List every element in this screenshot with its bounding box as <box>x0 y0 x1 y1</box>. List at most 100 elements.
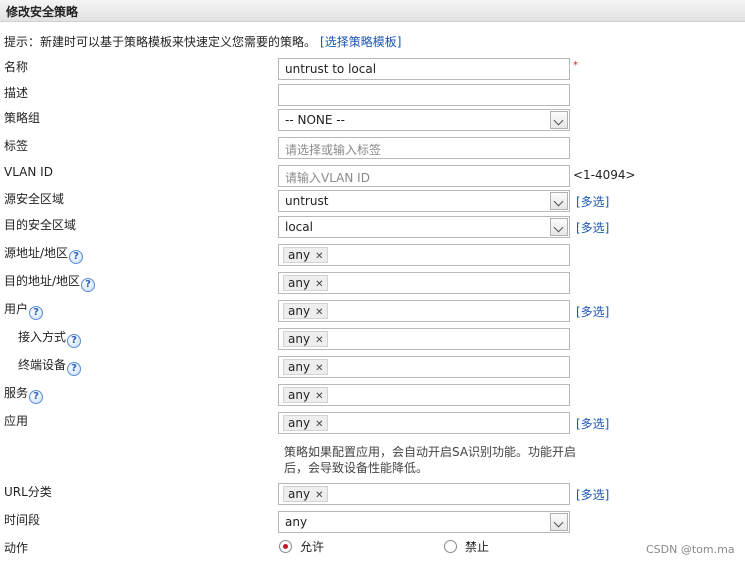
chevron-down-icon[interactable] <box>550 513 568 531</box>
access-input[interactable]: any ✕ <box>278 328 570 350</box>
src-addr-label: 源地址/地区? <box>4 244 84 264</box>
user-tag: any ✕ <box>283 303 329 319</box>
service-label: 服务? <box>4 384 44 404</box>
action-label: 动作 <box>4 541 29 555</box>
access-label: 接入方式? <box>18 328 82 348</box>
name-label: 名称 <box>4 60 29 74</box>
time-range-value: any <box>285 515 308 529</box>
remove-tag-icon[interactable]: ✕ <box>315 490 323 501</box>
vlan-label: VLAN ID <box>4 165 53 179</box>
remove-tag-icon[interactable]: ✕ <box>315 363 323 374</box>
application-label: 应用 <box>4 414 29 428</box>
url-category-input[interactable]: any ✕ <box>278 483 570 505</box>
tip-text: 提示：新建时可以基于策略模板来快速定义您需要的策略。 <box>4 35 317 49</box>
remove-tag-icon[interactable]: ✕ <box>315 391 323 402</box>
dst-addr-tag-text: any <box>288 276 311 290</box>
service-input[interactable]: any ✕ <box>278 384 570 406</box>
policy-group-value: -- NONE -- <box>285 113 345 127</box>
name-input[interactable]: untrust to local <box>278 58 570 80</box>
src-addr-input[interactable]: any ✕ <box>278 244 570 266</box>
description-input[interactable] <box>278 84 570 106</box>
name-value: untrust to local <box>285 62 377 76</box>
access-tag: any ✕ <box>283 331 329 347</box>
tag-input[interactable]: 请选择或输入标签 <box>278 137 570 159</box>
help-icon[interactable]: ? <box>81 278 96 292</box>
dst-zone-value: local <box>285 220 313 234</box>
remove-tag-icon[interactable]: ✕ <box>315 251 323 262</box>
time-range-select[interactable]: any <box>278 511 570 533</box>
dst-addr-tag: any ✕ <box>283 275 329 291</box>
url-category-tag-text: any <box>288 487 311 501</box>
src-zone-select[interactable]: untrust <box>278 190 570 212</box>
src-zone-label: 源安全区域 <box>4 192 65 206</box>
help-icon[interactable]: ? <box>29 390 44 404</box>
vlan-range-hint: <1-4094> <box>573 168 636 182</box>
dst-zone-multi-link[interactable]: [多选] <box>576 219 609 236</box>
src-zone-multi-link[interactable]: [多选] <box>576 193 609 210</box>
terminal-input[interactable]: any ✕ <box>278 356 570 378</box>
select-template-link[interactable]: [选择策略模板] <box>320 35 401 49</box>
dst-addr-input[interactable]: any ✕ <box>278 272 570 294</box>
chevron-down-icon[interactable] <box>550 218 568 236</box>
url-category-label: URL分类 <box>4 485 52 499</box>
remove-tag-icon[interactable]: ✕ <box>315 335 323 346</box>
help-icon[interactable]: ? <box>67 362 82 376</box>
access-label-text: 接入方式 <box>18 330 67 344</box>
policy-group-label: 策略组 <box>4 111 41 125</box>
url-category-tag: any ✕ <box>283 486 329 502</box>
help-icon[interactable]: ? <box>67 334 82 348</box>
terminal-tag: any ✕ <box>283 359 329 375</box>
terminal-tag-text: any <box>288 360 311 374</box>
dialog-titlebar: 修改安全策略 <box>0 0 745 22</box>
action-deny-label: 禁止 <box>465 540 490 554</box>
tag-label: 标签 <box>4 139 29 153</box>
src-addr-tag: any ✕ <box>283 247 329 263</box>
src-addr-label-text: 源地址/地区 <box>4 246 69 260</box>
terminal-label-text: 终端设备 <box>18 358 67 372</box>
time-range-label: 时间段 <box>4 513 41 527</box>
src-addr-tag-text: any <box>288 248 311 262</box>
remove-tag-icon[interactable]: ✕ <box>315 307 323 318</box>
vlan-input[interactable]: 请输入VLAN ID <box>278 165 570 187</box>
required-mark: * <box>573 60 578 71</box>
help-icon[interactable]: ? <box>69 250 84 264</box>
src-zone-value: untrust <box>285 194 329 208</box>
service-label-text: 服务 <box>4 386 29 400</box>
help-icon[interactable]: ? <box>29 306 44 320</box>
tag-placeholder: 请选择或输入标签 <box>285 143 382 157</box>
user-multi-link[interactable]: [多选] <box>576 303 609 320</box>
dst-zone-select[interactable]: local <box>278 216 570 238</box>
action-deny-radio[interactable]: 禁止 <box>444 538 489 555</box>
application-input[interactable]: any ✕ <box>278 412 570 434</box>
chevron-down-icon[interactable] <box>550 111 568 129</box>
access-tag-text: any <box>288 332 311 346</box>
user-label: 用户? <box>4 300 44 320</box>
vlan-placeholder: 请输入VLAN ID <box>285 171 370 185</box>
dst-addr-label: 目的地址/地区? <box>4 272 96 292</box>
description-label: 描述 <box>4 86 29 100</box>
application-tag-text: any <box>288 416 311 430</box>
service-tag: any ✕ <box>283 387 329 403</box>
application-tag: any ✕ <box>283 415 329 431</box>
radio-unselected-icon[interactable] <box>444 540 457 553</box>
policy-group-select[interactable]: -- NONE -- <box>278 109 570 131</box>
tip-line: 提示：新建时可以基于策略模板来快速定义您需要的策略。 [选择策略模板] <box>4 33 401 50</box>
action-allow-radio[interactable]: 允许 <box>279 538 324 555</box>
remove-tag-icon[interactable]: ✕ <box>315 419 323 430</box>
url-category-multi-link[interactable]: [多选] <box>576 486 609 503</box>
remove-tag-icon[interactable]: ✕ <box>315 279 323 290</box>
dst-addr-label-text: 目的地址/地区 <box>4 274 81 288</box>
user-label-text: 用户 <box>4 302 29 316</box>
dst-zone-label: 目的安全区域 <box>4 218 77 232</box>
application-note: 策略如果配置应用，会自动开启SA识别功能。功能开启后，会导致设备性能降低。 <box>284 445 577 475</box>
watermark: CSDN @tom.ma <box>646 543 735 556</box>
application-multi-link[interactable]: [多选] <box>576 415 609 432</box>
radio-selected-icon[interactable] <box>279 540 292 553</box>
service-tag-text: any <box>288 388 311 402</box>
action-allow-label: 允许 <box>300 540 325 554</box>
chevron-down-icon[interactable] <box>550 192 568 210</box>
user-tag-text: any <box>288 304 311 318</box>
user-input[interactable]: any ✕ <box>278 300 570 322</box>
terminal-label: 终端设备? <box>18 356 82 376</box>
dialog-title: 修改安全策略 <box>6 5 79 19</box>
